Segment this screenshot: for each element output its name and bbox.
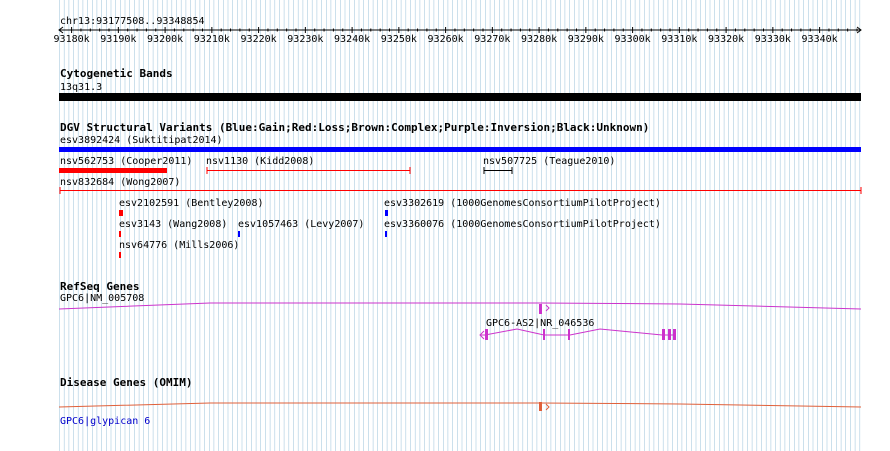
variant-bar-esv3302619[interactable] (385, 210, 388, 216)
omim-strand-arrow-gpc6 (545, 403, 550, 411)
gene-exon-gpc6-as2-2 (543, 329, 545, 340)
gene-model-gpc6-as2[interactable] (480, 328, 676, 336)
variant-bar-esv2102591[interactable] (119, 210, 123, 216)
gene-model-gpc6[interactable] (58, 302, 862, 310)
variant-bar-esv1057463[interactable] (238, 231, 240, 237)
variant-bar-esv3360076[interactable] (385, 231, 387, 237)
gene-strand-arrow-gpc6 (545, 304, 550, 312)
gene-exon-gpc6-as2-6 (673, 329, 676, 340)
genome-browser: chr13:93177508..93348854 93180k 93190k 932… (0, 0, 890, 451)
track-features (58, 26, 862, 411)
gene-exon-gpc6 (539, 304, 542, 314)
gene-exon-gpc6-as2-3 (568, 329, 570, 340)
omim-gene-model-gpc6[interactable] (58, 402, 862, 408)
gene-exon-gpc6-as2-1 (485, 329, 488, 340)
gene-exon-gpc6-as2-4 (662, 329, 665, 340)
variant-bar-esv3143[interactable] (119, 231, 121, 237)
variant-bar-esv3892424[interactable] (59, 147, 861, 152)
cytoband-bar[interactable] (59, 93, 861, 101)
gene-exon-gpc6-as2-5 (668, 329, 671, 340)
omim-gene-exon-gpc6 (539, 402, 542, 411)
variant-bar-nsv562753[interactable] (59, 168, 167, 173)
variant-bar-nsv64776[interactable] (119, 252, 121, 258)
